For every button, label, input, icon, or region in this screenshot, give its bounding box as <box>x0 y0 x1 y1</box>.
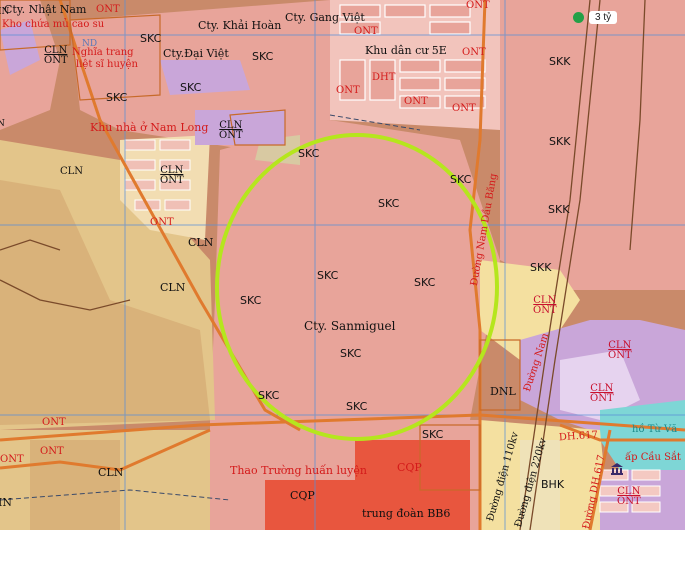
label-ont-d: ONT <box>336 85 360 96</box>
label-nghia-trang: Nghĩa trang <box>72 47 134 58</box>
label-skc-l: SKC <box>258 389 280 402</box>
label-skc-m: SKC <box>346 400 368 413</box>
label-skk-a: SKK <box>549 55 571 68</box>
label-cln-b: CLN <box>188 236 214 249</box>
label-cty-dai-viet: Cty.Đại Việt <box>163 47 229 60</box>
label-cqp-b: CQP <box>290 489 315 502</box>
label-ont-g: ONT <box>150 217 174 228</box>
label-skc-b: SKC <box>252 50 274 63</box>
label-ont-e: ONT <box>404 96 428 107</box>
cln-b-bottom: ONT <box>219 129 243 141</box>
label-in: IN <box>0 7 10 17</box>
cln-d-bottom: ONT <box>533 304 557 316</box>
label-cln-ont-a: CLN ONT <box>44 46 68 65</box>
label-ont-i: ONT <box>40 446 64 457</box>
label-ont-f: ONT <box>452 103 476 114</box>
label-ont-h: ONT <box>42 417 66 428</box>
status-dot-icon <box>573 12 584 23</box>
cln-f-bottom: ONT <box>590 392 614 404</box>
label-skc-e: SKC <box>298 147 320 160</box>
label-bhk: BHK <box>541 478 565 491</box>
cln-g-bottom: ONT <box>617 495 641 507</box>
label-ont-b: ONT <box>354 26 378 37</box>
label-cty-khai-hoan: Cty. Khải Hoàn <box>198 19 282 32</box>
label-skc-f: SKC <box>378 197 400 210</box>
label-khu-dan-cu-5e: Khu dân cư 5E <box>365 44 447 57</box>
label-skc-d: SKC <box>106 91 128 104</box>
label-cln-ont-b: CLN ONT <box>219 121 243 140</box>
label-cln-ont-f: CLN ONT <box>590 384 614 403</box>
planning-map[interactable]: Cty. Nhật Nam Kho chứa mủ cao su IN ONT … <box>0 0 685 530</box>
label-skc-h: SKC <box>317 269 339 282</box>
label-n: N <box>0 119 5 129</box>
cln-e-bottom: ONT <box>608 349 632 361</box>
label-skc-i: SKC <box>414 276 436 289</box>
label-thao-truong: Thao Trường huấn luyện <box>230 464 367 477</box>
bank-icon <box>611 463 623 475</box>
label-skc-g: SKC <box>450 173 472 186</box>
cln-a-bottom: ONT <box>44 54 68 66</box>
label-cln-a: CLN <box>60 166 84 177</box>
label-ont-j: ONT <box>0 454 24 465</box>
label-skc-a: SKC <box>140 32 162 45</box>
label-skk-d: SKK <box>530 261 552 274</box>
label-trung-doan: trung đoàn BB6 <box>362 507 451 520</box>
label-ont-c: ONT <box>462 47 486 58</box>
label-kho-chua-mu: Kho chứa mủ cao su <box>2 19 105 30</box>
label-ont-top: ONT <box>96 4 120 15</box>
label-liet-si: liệt sĩ huyện <box>76 59 138 70</box>
label-skc-c: SKC <box>180 81 202 94</box>
label-ho-tu: hồ Từ Vă <box>632 424 678 435</box>
label-skk-c: SKK <box>548 203 570 216</box>
label-dht: DHT <box>372 72 396 83</box>
map-base-layer <box>0 0 685 530</box>
label-cln-ont-d: CLN ONT <box>533 296 557 315</box>
label-ont-a: ONT <box>466 0 490 11</box>
label-cln-ont-e: CLN ONT <box>608 341 632 360</box>
label-in-b: IN <box>0 496 12 509</box>
label-skc-j: SKC <box>240 294 262 307</box>
label-cln-c: CLN <box>160 281 186 294</box>
label-cln-ont-g: CLN ONT <box>617 487 641 506</box>
label-skk-b: SKK <box>549 135 571 148</box>
label-dnl: DNL <box>490 385 516 398</box>
label-skc-k: SKC <box>340 347 362 360</box>
label-cln-ont-c: CLN ONT <box>160 166 184 185</box>
cln-c-bottom: ONT <box>160 174 184 186</box>
label-cau-sat: ấp Cầu Sắt <box>625 452 681 463</box>
label-cqp-a: CQP <box>397 461 422 474</box>
label-khu-nha-o: Khu nhà ở Nam Long <box>90 121 209 134</box>
label-cty-gang-viet: Cty. Gang Việt <box>285 11 365 24</box>
price-badge[interactable]: 3 tỷ <box>573 11 618 24</box>
label-cln-d: CLN <box>98 466 124 479</box>
price-label: 3 tỷ <box>589 11 618 24</box>
label-skc-n: SKC <box>422 428 444 441</box>
label-cty-nhat-nam: Cty. Nhật Nam <box>4 3 87 16</box>
label-cty-sanmiguel: Cty. Sanmiguel <box>304 319 396 333</box>
